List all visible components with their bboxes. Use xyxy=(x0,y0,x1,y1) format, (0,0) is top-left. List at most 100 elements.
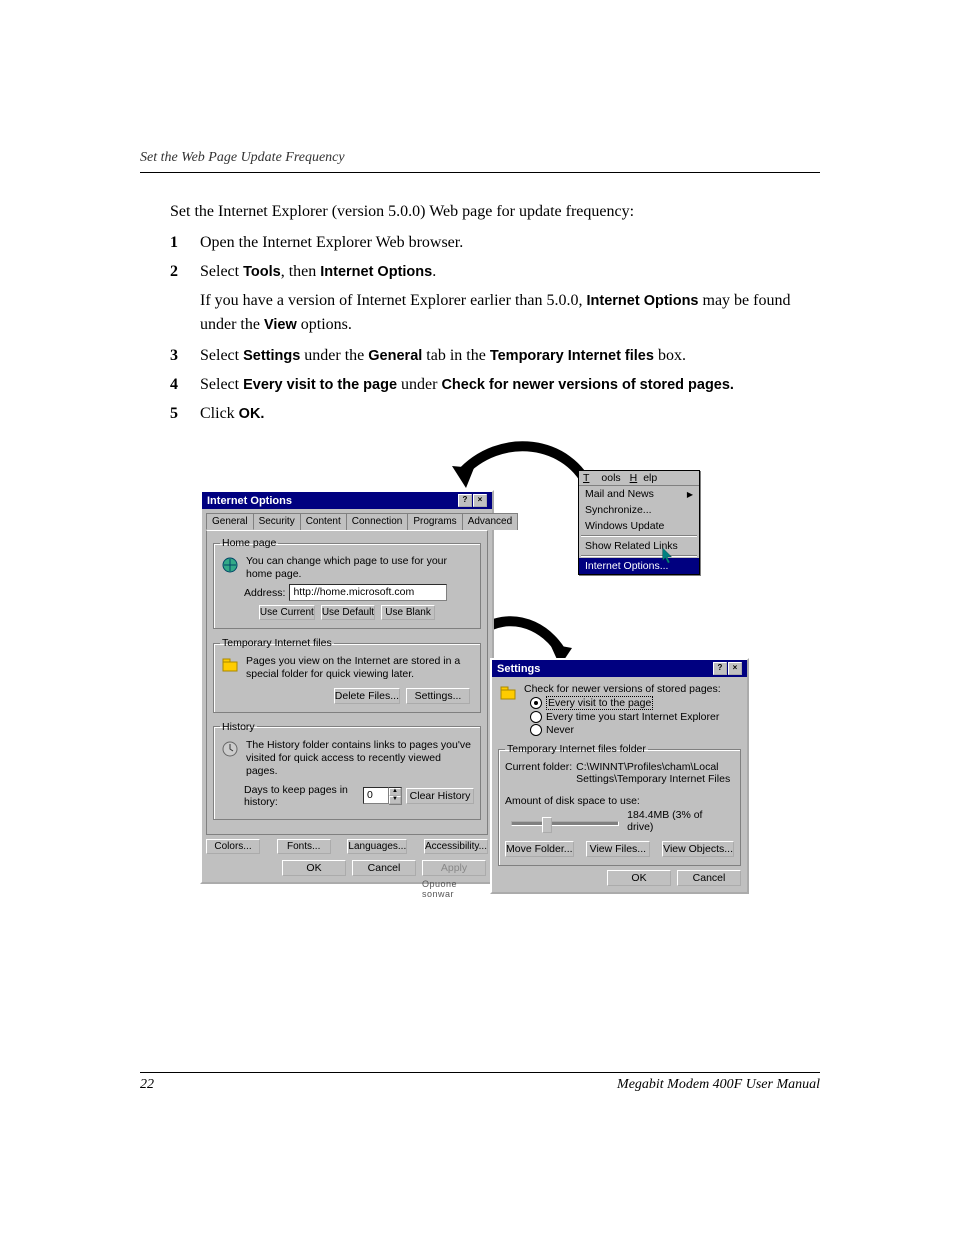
radio-label: Every time you start Internet Explorer xyxy=(546,711,719,723)
clear-history-button[interactable]: Clear History xyxy=(406,788,474,804)
history-text: The History folder contains links to pag… xyxy=(246,739,474,778)
disk-label: Amount of disk space to use: xyxy=(505,795,734,807)
menu-mail-and-news[interactable]: Mail and News ▶ xyxy=(579,486,699,502)
settings-title: Settings xyxy=(497,663,540,675)
use-default-button[interactable]: Use Default xyxy=(321,605,375,620)
close-button[interactable]: × xyxy=(728,662,742,675)
view-objects-button[interactable]: View Objects... xyxy=(662,841,734,857)
close-button[interactable]: × xyxy=(473,494,487,507)
step-1-text: Open the Internet Explorer Web browser. xyxy=(200,231,820,256)
radio-never[interactable]: Never xyxy=(530,724,741,736)
step-5-text: Click OK. xyxy=(200,402,820,427)
tab-programs[interactable]: Programs xyxy=(407,513,462,530)
menu-windows-update[interactable]: Windows Update xyxy=(579,518,699,534)
menu-show-related-links[interactable]: Show Related Links xyxy=(579,538,699,554)
settings-ok-button[interactable]: OK xyxy=(607,870,671,886)
fonts-button[interactable]: Fonts... xyxy=(277,839,331,854)
days-value[interactable]: 0 xyxy=(363,787,389,804)
languages-button[interactable]: Languages... xyxy=(347,839,407,854)
b: General xyxy=(368,348,422,364)
page-footer: 22 Megabit Modem 400F User Manual xyxy=(140,1072,820,1093)
temp-files-group: Temporary Internet files Pages you view … xyxy=(213,637,481,712)
step-2: 2 Select Tools, then Internet Options. xyxy=(170,260,820,285)
radio-label: Never xyxy=(546,724,574,736)
step-3: 3 Select Settings under the General tab … xyxy=(170,344,820,369)
use-current-button[interactable]: Use Current xyxy=(259,605,315,620)
settings-titlebar: Settings ? × xyxy=(492,660,747,677)
step-3-text: Select Settings under the General tab in… xyxy=(200,344,820,369)
step-4: 4 Select Every visit to the page under C… xyxy=(170,373,820,398)
radio-icon xyxy=(530,711,542,723)
settings-cancel-button[interactable]: Cancel xyxy=(677,870,741,886)
disk-value: 184.4MB (3% of drive) xyxy=(627,809,728,833)
cancel-button[interactable]: Cancel xyxy=(352,860,416,876)
history-group: History The History folder contains link… xyxy=(213,721,481,820)
step-1-num: 1 xyxy=(170,231,200,256)
tab-security[interactable]: Security xyxy=(253,513,301,530)
menu-synchronize[interactable]: Synchronize... xyxy=(579,502,699,518)
history-legend: History xyxy=(220,721,257,733)
disk-slider[interactable] xyxy=(511,821,619,826)
history-icon xyxy=(220,739,240,759)
submenu-arrow-icon: ▶ xyxy=(687,490,693,499)
menu-separator xyxy=(581,555,697,557)
step-5: 5 Click OK. xyxy=(170,402,820,427)
bold-tools: Tools xyxy=(243,264,281,280)
truncated-text: Opuone sonwar xyxy=(422,879,492,899)
b: Every visit to the page xyxy=(243,377,397,393)
ok-button[interactable]: OK xyxy=(282,860,346,876)
days-spinner[interactable]: 0 ▲▼ xyxy=(363,787,402,805)
homepage-legend: Home page xyxy=(220,537,278,549)
help-button[interactable]: ? xyxy=(458,494,472,507)
internet-options-dialog: Internet Options ? × General Security Co… xyxy=(200,490,494,884)
homepage-text: You can change which page to use for you… xyxy=(246,555,474,581)
move-folder-button[interactable]: Move Folder... xyxy=(505,841,574,857)
t: options. xyxy=(297,316,352,333)
title-text: Internet Options xyxy=(207,495,292,507)
menubar-help[interactable]: Help xyxy=(630,472,658,484)
t: under xyxy=(397,376,441,393)
t: Click xyxy=(200,405,239,422)
step-4-text: Select Every visit to the page under Che… xyxy=(200,373,820,398)
settings-icon xyxy=(498,683,518,703)
delete-files-button[interactable]: Delete Files... xyxy=(334,688,400,704)
menu-internet-options[interactable]: Internet Options... xyxy=(579,558,699,574)
page-header: Set the Web Page Update Frequency xyxy=(140,150,820,173)
address-input[interactable]: http://home.microsoft.com xyxy=(289,584,447,601)
step-1: 1 Open the Internet Explorer Web browser… xyxy=(170,231,820,256)
apply-button[interactable]: Apply xyxy=(422,860,486,876)
colors-button[interactable]: Colors... xyxy=(206,839,260,854)
label: Mail and News xyxy=(585,488,654,500)
menubar: TToolsools Help xyxy=(579,471,699,486)
accessibility-button[interactable]: Accessibility... xyxy=(424,839,488,854)
temp-files-text: Pages you view on the Internet are store… xyxy=(246,655,474,681)
view-files-button[interactable]: View Files... xyxy=(586,841,650,857)
tab-general[interactable]: General xyxy=(206,513,254,530)
use-blank-button[interactable]: Use Blank xyxy=(381,605,435,620)
tabs: General Security Content Connection Prog… xyxy=(206,513,488,530)
tab-content[interactable]: Content xyxy=(300,513,347,530)
menubar-tools[interactable]: TToolsools xyxy=(583,472,621,484)
footer-title: Megabit Modem 400F User Manual xyxy=(617,1077,820,1093)
spin-buttons[interactable]: ▲▼ xyxy=(389,787,402,805)
radio-every-start[interactable]: Every time you start Internet Explorer xyxy=(530,711,741,723)
tab-connection[interactable]: Connection xyxy=(346,513,409,530)
temp-folder-legend: Temporary Internet files folder xyxy=(505,743,648,755)
step-2-num: 2 xyxy=(170,260,200,285)
tab-advanced[interactable]: Advanced xyxy=(462,513,518,530)
current-folder-value: C:\WINNT\Profiles\cham\Local Settings\Te… xyxy=(576,761,734,785)
radio-label: Every visit to the page xyxy=(546,696,653,710)
settings-button[interactable]: Settings... xyxy=(406,688,470,704)
slider-thumb[interactable] xyxy=(542,817,552,833)
step-3-num: 3 xyxy=(170,344,200,369)
t: tab in the xyxy=(422,347,490,364)
help-button[interactable]: ? xyxy=(713,662,727,675)
step-4-num: 4 xyxy=(170,373,200,398)
step-2-sub: If you have a version of Internet Explor… xyxy=(200,289,820,339)
temp-files-icon xyxy=(220,655,240,675)
menu-separator xyxy=(581,535,697,537)
homepage-icon xyxy=(220,555,240,575)
t: If you have a version of Internet Explor… xyxy=(200,292,587,309)
t: under the xyxy=(300,347,368,364)
radio-every-visit[interactable]: Every visit to the page xyxy=(530,696,741,710)
